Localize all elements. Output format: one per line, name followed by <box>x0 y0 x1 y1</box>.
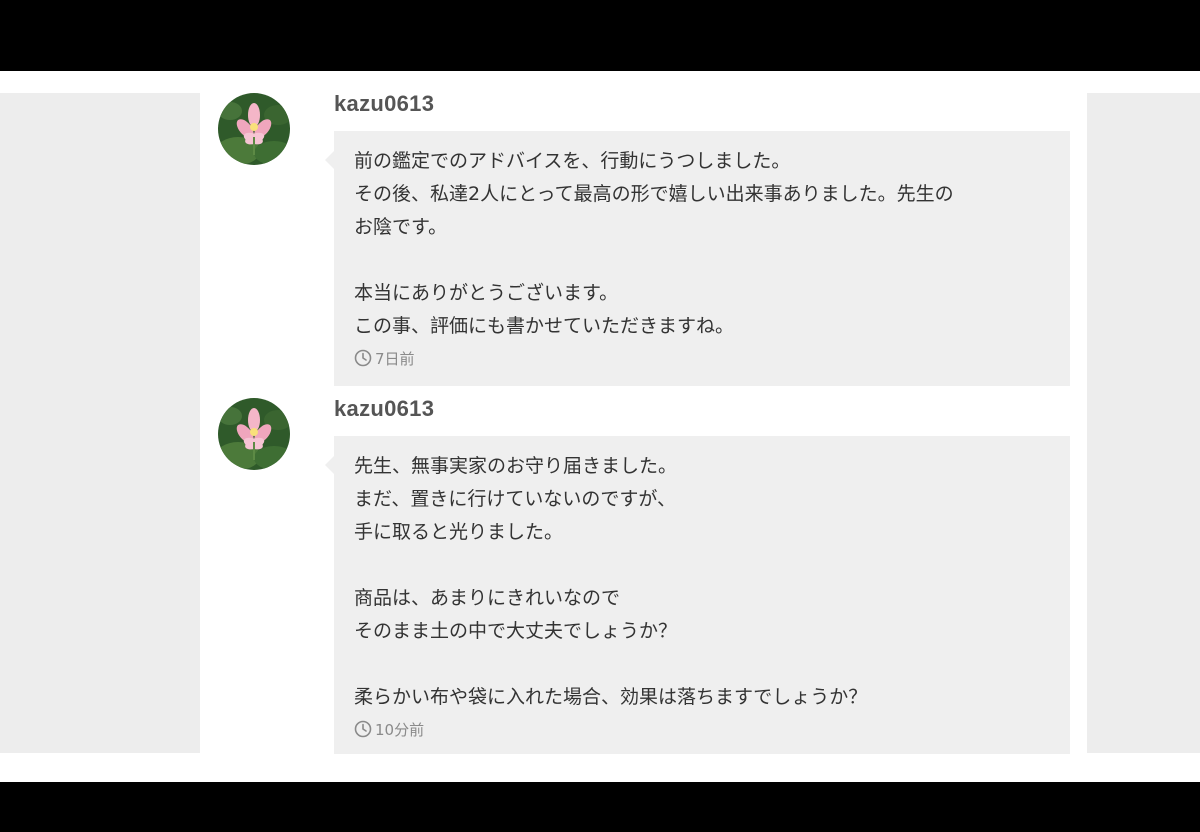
message-text-line: 柔らかい布や袋に入れた場合、効果は落ちますでしょうか？ <box>354 686 868 708</box>
right-side-panel <box>1087 93 1200 753</box>
left-side-panel <box>0 93 200 753</box>
timestamp: 10分前 <box>354 718 1050 740</box>
timestamp-text: 10分前 <box>375 720 425 739</box>
timestamp: 7日前 <box>354 347 1050 369</box>
username[interactable]: kazu0613 <box>334 396 434 422</box>
top-letterbox-bar <box>0 0 1200 71</box>
message-text-line: 本当にありがとうございます。 <box>354 282 619 304</box>
chat-screen: kazu0613 前の鑑定でのアドバイスを、行動にうつしました。 その後、私達2… <box>0 71 1200 782</box>
timestamp-text: 7日前 <box>375 349 415 368</box>
message-text-line: 前の鑑定でのアドバイスを、行動にうつしました。 <box>354 150 791 172</box>
message-text-line: 商品は、あまりにきれいなので <box>354 587 621 609</box>
lotus-flower-image <box>218 93 290 165</box>
clock-icon <box>354 720 372 738</box>
avatar[interactable] <box>218 93 290 165</box>
avatar[interactable] <box>218 398 290 470</box>
message-text-line: その後、私達2人にとって最高の形で嬉しい出来事ありました。先生の <box>354 183 954 205</box>
clock-icon <box>354 349 372 367</box>
bottom-letterbox-bar <box>0 782 1200 832</box>
message-text-line: まだ、置きに行けていないのですが、 <box>354 488 677 510</box>
message-bubble: 先生、無事実家のお守り届きました。 まだ、置きに行けていないのですが、 手に取る… <box>325 436 1070 754</box>
lotus-flower-image <box>218 398 290 470</box>
username[interactable]: kazu0613 <box>334 91 434 117</box>
message-text-line: 先生、無事実家のお守り届きました。 <box>354 455 678 477</box>
message-text-line: 手に取ると光りました。 <box>354 521 564 543</box>
message-text-line: そのまま土の中で大丈夫でしょうか？ <box>354 620 678 642</box>
message-text-line: この事、評価にも書かせていただきますね。 <box>354 315 735 337</box>
message-text-line: お陰です。 <box>354 216 448 238</box>
message-bubble: 前の鑑定でのアドバイスを、行動にうつしました。 その後、私達2人にとって最高の形… <box>325 131 1070 386</box>
